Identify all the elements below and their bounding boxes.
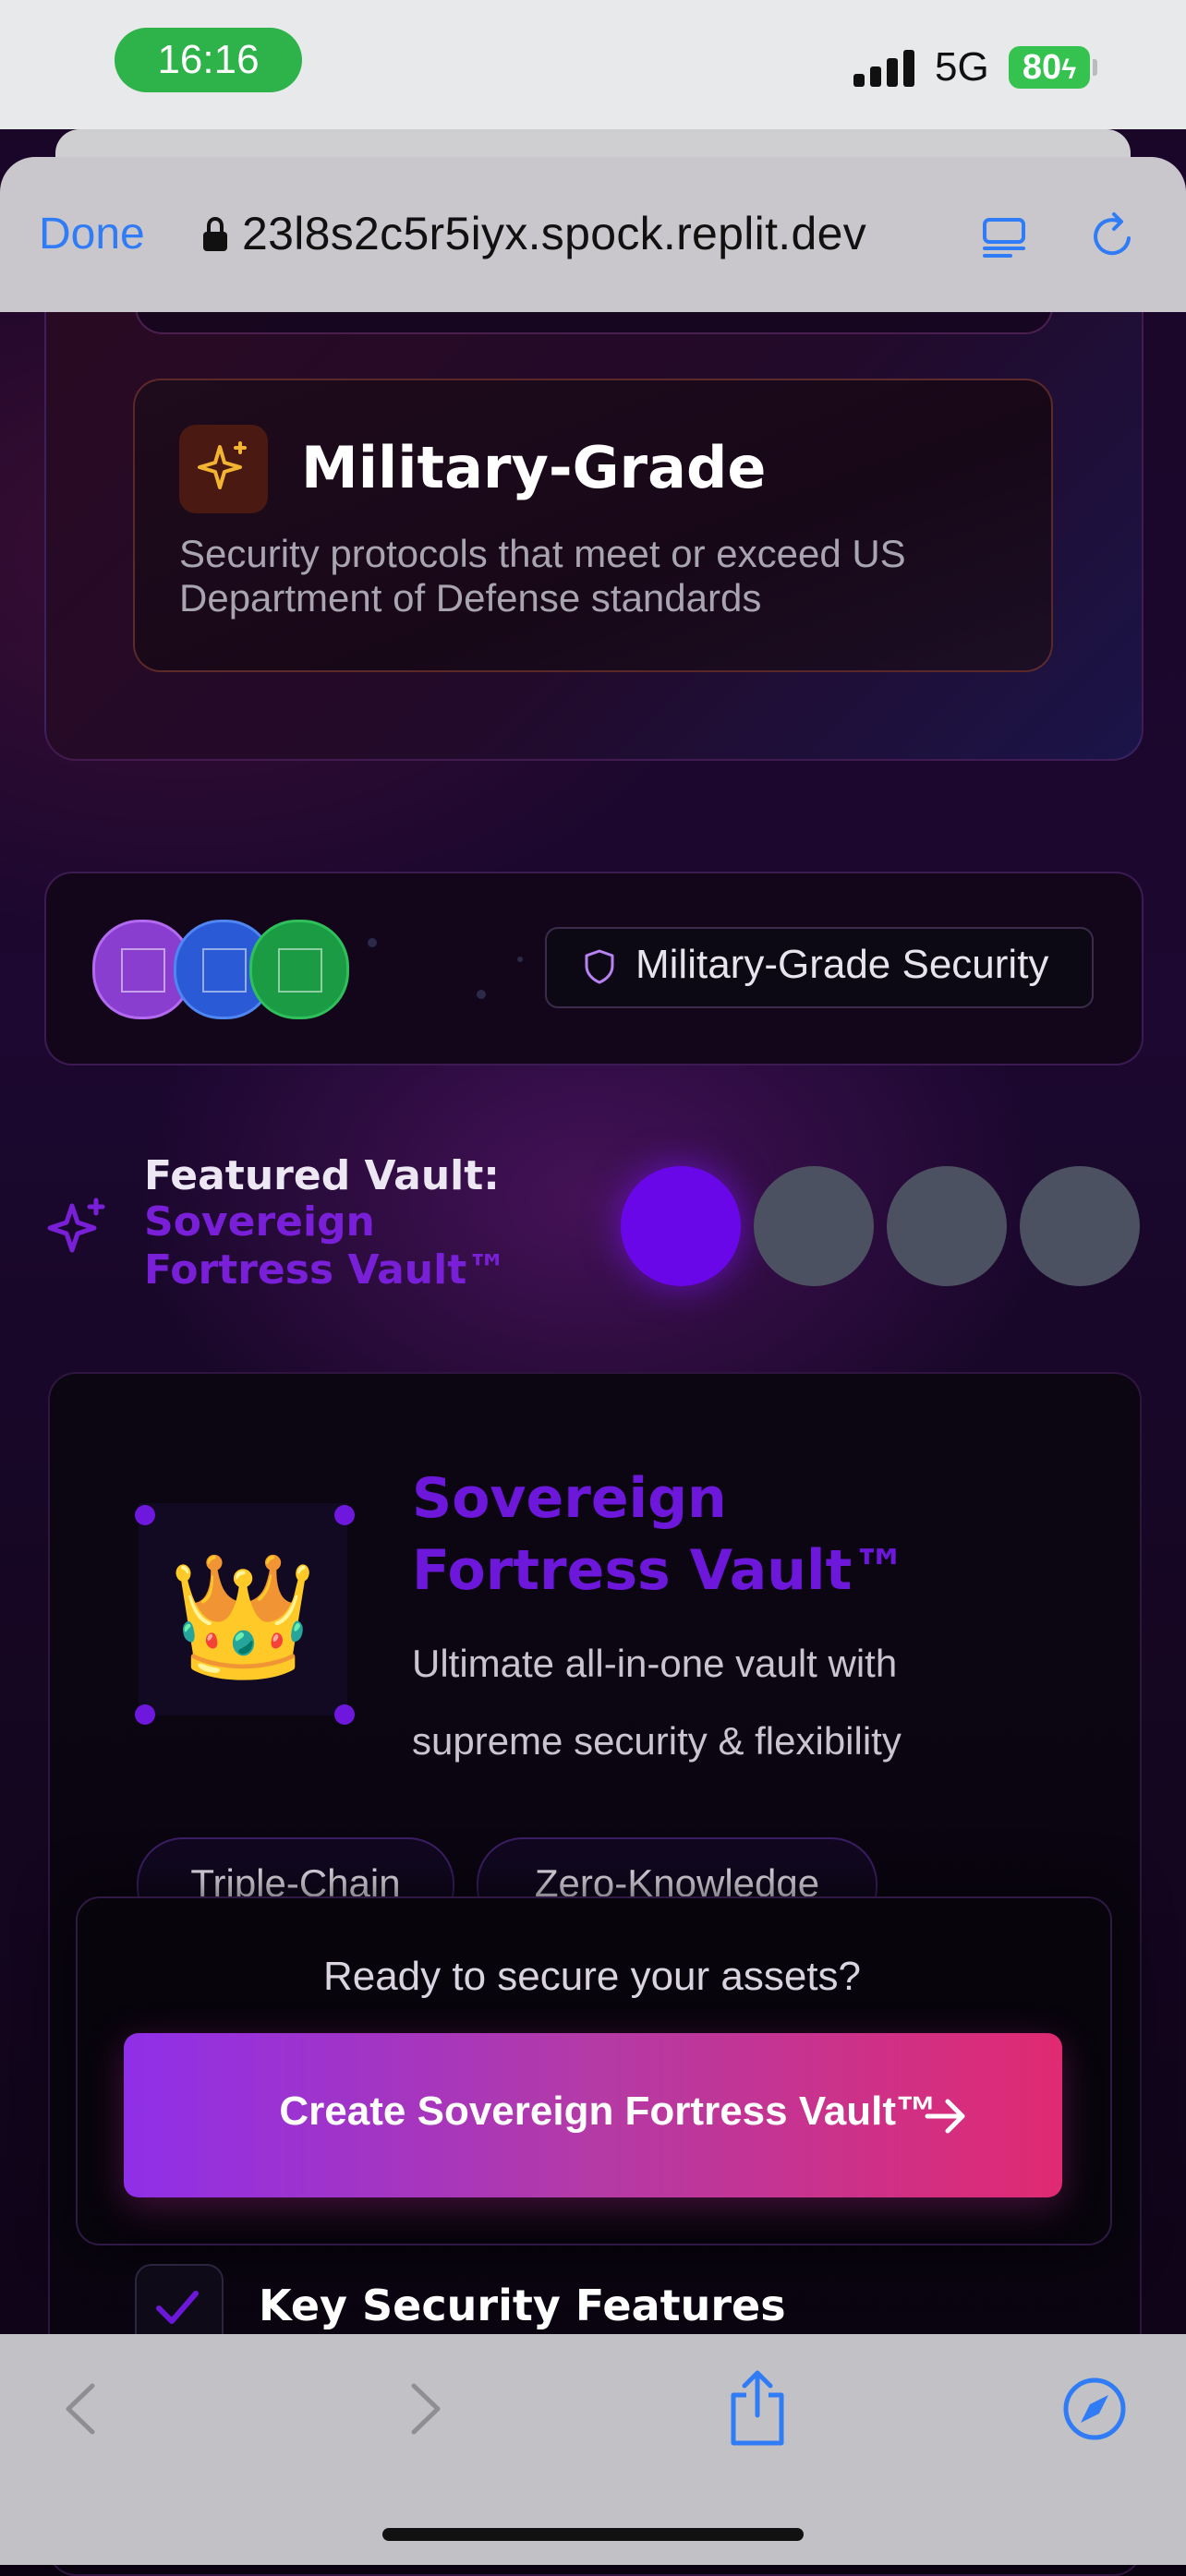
reload-icon[interactable] bbox=[1088, 211, 1138, 260]
battery-level: 80 bbox=[1022, 48, 1062, 87]
signal-strength-icon bbox=[853, 50, 916, 87]
vault-description: Ultimate all-in-one vault with supreme s… bbox=[412, 1642, 902, 1763]
battery-indicator: 80ϟ bbox=[1009, 46, 1090, 89]
url-field[interactable]: 23l8s2c5r5iyx.spock.replit.dev bbox=[242, 207, 866, 260]
checkmark-icon bbox=[156, 2291, 199, 2324]
compass-icon[interactable] bbox=[1062, 2377, 1127, 2441]
pager-dot[interactable] bbox=[1020, 1166, 1140, 1286]
featured-vault-name: Sovereign Fortress Vault™ bbox=[144, 1198, 508, 1294]
decor-dot bbox=[477, 990, 486, 999]
feature-description: Security protocols that meet or exceed U… bbox=[179, 532, 906, 620]
key-features-heading: Key Security Features bbox=[259, 2281, 786, 2330]
featured-label: Featured Vault: bbox=[144, 1152, 500, 1199]
network-type: 5G bbox=[935, 44, 989, 90]
pager-dot[interactable] bbox=[887, 1166, 1007, 1286]
corner-dot bbox=[334, 1704, 355, 1725]
feature-card-military-grade bbox=[133, 379, 1053, 672]
security-badge-label: Military-Grade Security bbox=[635, 942, 1049, 987]
corner-dot bbox=[135, 1505, 155, 1525]
battery-nub bbox=[1093, 59, 1097, 76]
reader-mode-icon[interactable] bbox=[981, 214, 1027, 260]
corner-dot bbox=[334, 1505, 355, 1525]
lock-icon bbox=[203, 216, 227, 251]
arrow-right-icon[interactable] bbox=[924, 2096, 968, 2137]
pager-dot-active[interactable] bbox=[621, 1166, 741, 1286]
feature-icon-box bbox=[179, 425, 268, 513]
corner-dot bbox=[135, 1704, 155, 1725]
create-vault-button-label[interactable]: Create Sovereign Fortress Vault™ bbox=[124, 2088, 937, 2135]
shield-icon bbox=[585, 949, 614, 984]
forward-icon[interactable] bbox=[406, 2380, 447, 2438]
crown-icon: 👑 bbox=[168, 1548, 318, 1683]
back-icon[interactable] bbox=[59, 2380, 100, 2438]
vault-title: Sovereign Fortress Vault™ bbox=[412, 1466, 908, 1603]
sparkles-icon bbox=[198, 441, 247, 489]
chain-avatar-green bbox=[249, 920, 349, 1019]
status-time: 16:16 bbox=[115, 28, 302, 92]
home-indicator[interactable] bbox=[382, 2528, 804, 2541]
share-icon[interactable] bbox=[724, 2367, 791, 2447]
pager-dot[interactable] bbox=[754, 1166, 874, 1286]
decor-dot bbox=[517, 957, 523, 962]
cta-question: Ready to secure your assets? bbox=[322, 1954, 862, 1999]
done-button[interactable]: Done bbox=[39, 209, 145, 259]
feature-title: Military-Grade bbox=[301, 434, 767, 501]
decor-dot bbox=[368, 938, 377, 947]
sparkle-icon bbox=[47, 1198, 105, 1253]
